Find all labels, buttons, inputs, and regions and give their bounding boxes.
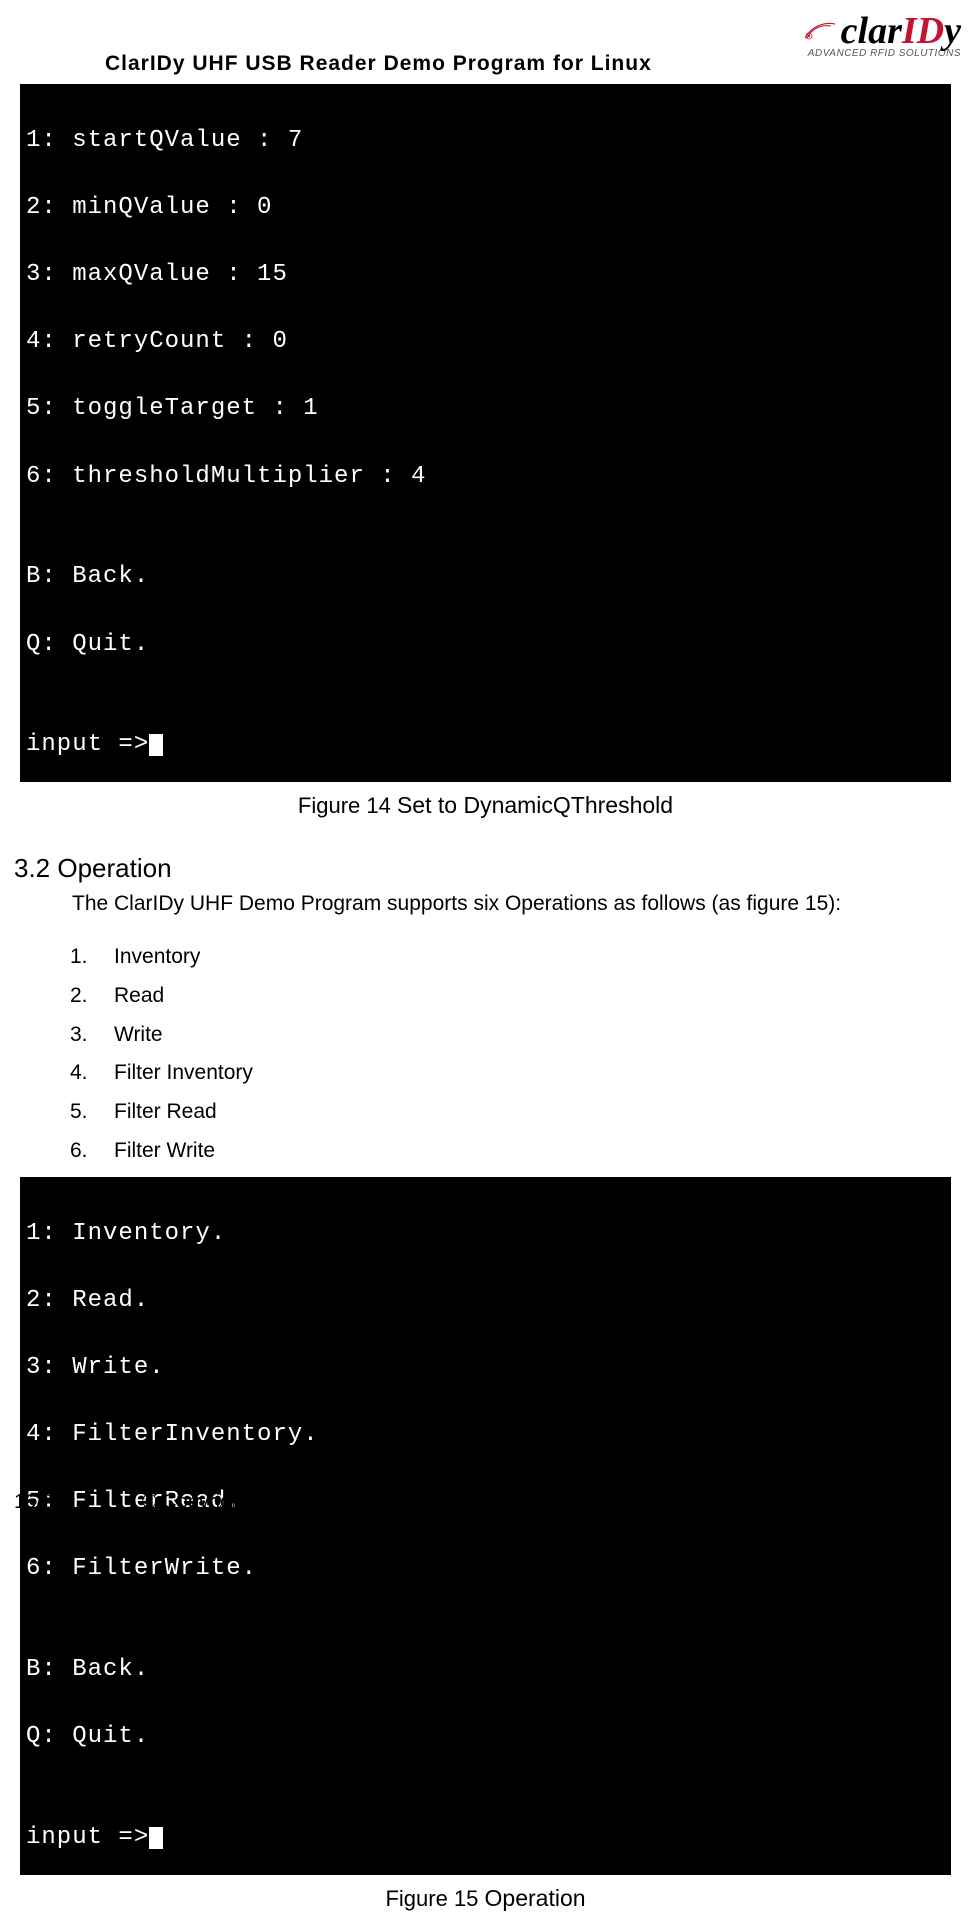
section-intro: The ClarIDy UHF Demo Program supports si… bbox=[72, 892, 961, 916]
terminal-line: 4: retryCount : 0 bbox=[26, 325, 943, 359]
page-header: ClarIDy UHF USB Reader Demo Program for … bbox=[10, 10, 961, 84]
list-item: 3.Write bbox=[70, 1016, 961, 1055]
figure-text: Operation bbox=[485, 1885, 586, 1911]
list-num: 2. bbox=[70, 977, 114, 1016]
list-num: 3. bbox=[70, 1016, 114, 1055]
terminal-prompt: input => bbox=[26, 1824, 149, 1851]
brand-logo: clarIDy ADVANCED RFID SOLUTIONS bbox=[808, 12, 961, 59]
logo-part-id: ID bbox=[902, 10, 944, 52]
logo-text: clarIDy bbox=[841, 12, 961, 50]
terminal-screenshot-1: 1: startQValue : 7 2: minQValue : 0 3: m… bbox=[20, 84, 951, 782]
list-item: 6.Filter Write bbox=[70, 1132, 961, 1171]
terminal-screenshot-2: 1: Inventory. 2: Read. 3: Write. 4: Filt… bbox=[20, 1177, 951, 1875]
terminal-line: Q: Quit. bbox=[26, 628, 943, 662]
cursor-icon bbox=[149, 734, 163, 756]
rfid-arc-icon bbox=[803, 20, 837, 40]
list-label: Write bbox=[114, 1016, 163, 1055]
list-label: Read bbox=[114, 977, 164, 1016]
terminal-line: 4: FilterInventory. bbox=[26, 1418, 943, 1452]
terminal-line: 6: FilterWrite. bbox=[26, 1552, 943, 1586]
figure-caption-14: Figure 14 Set to DynamicQThreshold bbox=[10, 792, 961, 819]
terminal-line: 1: startQValue : 7 bbox=[26, 124, 943, 158]
terminal-line: 6: thresholdMultiplier : 4 bbox=[26, 460, 943, 494]
list-item: 1.Inventory bbox=[70, 938, 961, 977]
figure-caption-15: Figure 15 Operation bbox=[10, 1885, 961, 1912]
list-label: Inventory bbox=[114, 938, 200, 977]
figure-prefix: Figure 14 bbox=[298, 793, 397, 818]
terminal-line: 3: Write. bbox=[26, 1351, 943, 1385]
list-num: 4. bbox=[70, 1054, 114, 1093]
terminal-prompt: input => bbox=[26, 731, 149, 758]
terminal-line: B: Back. bbox=[26, 560, 943, 594]
list-item: 4.Filter Inventory bbox=[70, 1054, 961, 1093]
terminal-line: Q: Quit. bbox=[26, 1720, 943, 1754]
terminal-line: 3: maxQValue : 15 bbox=[26, 258, 943, 292]
list-num: 1. bbox=[70, 938, 114, 977]
list-num: 5. bbox=[70, 1093, 114, 1132]
list-item: 2.Read bbox=[70, 977, 961, 1016]
copyright-text: © Copyright 2008 ClarIDy Solutions, Inc.… bbox=[142, 1491, 671, 1514]
list-label: Filter Read bbox=[114, 1093, 217, 1132]
list-label: Filter Inventory bbox=[114, 1054, 253, 1093]
operation-list: 1.Inventory 2.Read 3.Write 4.Filter Inve… bbox=[70, 938, 961, 1171]
page-number: 16/28 bbox=[14, 1491, 142, 1514]
figure-text: Set to DynamicQThreshold bbox=[397, 792, 673, 818]
section-heading: 3.2 Operation bbox=[14, 853, 961, 884]
terminal-line: 2: minQValue : 0 bbox=[26, 191, 943, 225]
list-num: 6. bbox=[70, 1132, 114, 1171]
terminal-line: 5: toggleTarget : 1 bbox=[26, 392, 943, 426]
cursor-icon bbox=[149, 1827, 163, 1849]
terminal-line: 2: Read. bbox=[26, 1284, 943, 1318]
logo-part-y: y bbox=[944, 10, 961, 52]
terminal-line: 1: Inventory. bbox=[26, 1217, 943, 1251]
page-footer: 16/28 © Copyright 2008 ClarIDy Solutions… bbox=[0, 1491, 971, 1514]
logo-part-clar: clar bbox=[841, 10, 902, 52]
document-title: ClarIDy UHF USB Reader Demo Program for … bbox=[105, 52, 652, 76]
terminal-line: B: Back. bbox=[26, 1653, 943, 1687]
list-label: Filter Write bbox=[114, 1132, 215, 1171]
figure-prefix: Figure 15 bbox=[385, 1886, 484, 1911]
list-item: 5.Filter Read bbox=[70, 1093, 961, 1132]
